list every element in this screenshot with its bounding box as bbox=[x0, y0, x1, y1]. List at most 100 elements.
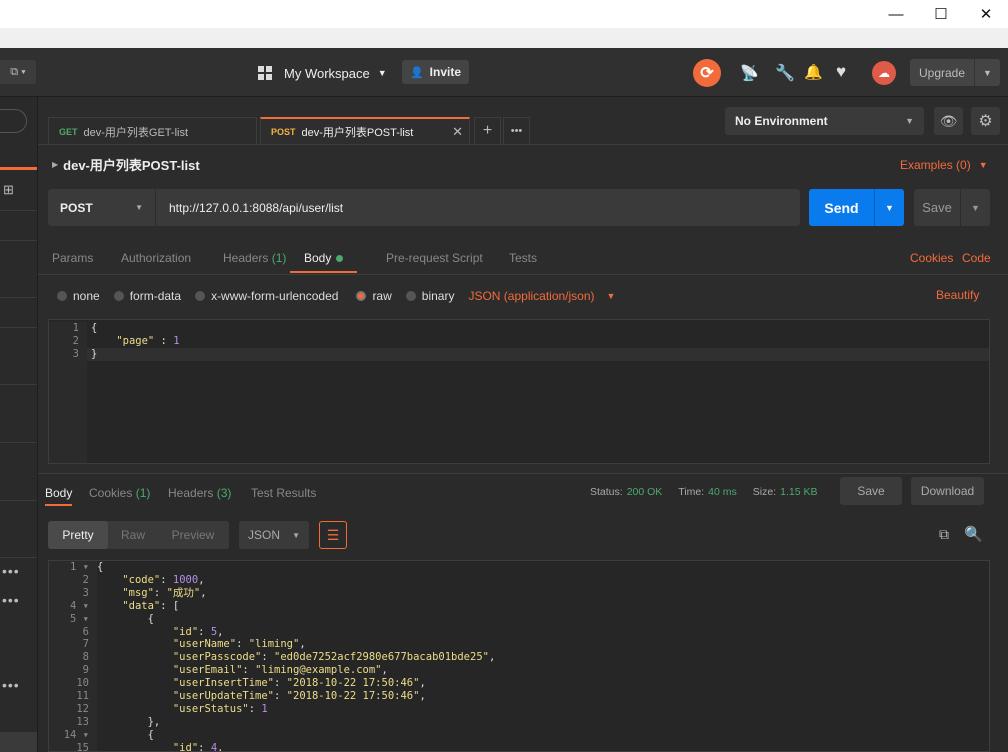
new-button[interactable]: ⧉ ▾ bbox=[0, 60, 36, 84]
sidebar-item-selected[interactable] bbox=[0, 732, 37, 752]
json-punct: : bbox=[242, 664, 256, 677]
code-line: "data": [ bbox=[97, 600, 495, 613]
environment-quick-look-button[interactable]: 👁 bbox=[934, 107, 963, 135]
tab-params[interactable]: Params bbox=[52, 251, 93, 273]
copy-icon[interactable]: ⧉ bbox=[939, 526, 949, 543]
radio-raw[interactable]: raw bbox=[356, 289, 392, 303]
json-punct bbox=[97, 600, 122, 612]
examples-dropdown[interactable]: Examples (0) ▼ bbox=[900, 157, 988, 173]
download-button[interactable]: Download bbox=[911, 477, 984, 505]
radio-binary[interactable]: binary bbox=[405, 289, 454, 303]
method-select[interactable]: POST ▼ bbox=[48, 189, 155, 226]
response-tab-headers[interactable]: Headers (3) bbox=[168, 486, 231, 500]
plus-icon: + bbox=[482, 122, 493, 139]
avatar[interactable]: ☁ bbox=[872, 61, 896, 85]
json-punct: : bbox=[248, 702, 262, 715]
response-tab-cookies[interactable]: Cookies (1) bbox=[89, 486, 150, 500]
view-pretty-button[interactable]: Pretty bbox=[48, 521, 108, 549]
tab-headers-label: Headers bbox=[168, 486, 214, 500]
wrench-icon[interactable]: 🔧 bbox=[775, 63, 795, 83]
code-line: "userInsertTime": "2018-10-22 17:50:46", bbox=[97, 677, 495, 690]
divider bbox=[38, 274, 1008, 275]
view-raw-button[interactable]: Raw bbox=[108, 528, 158, 542]
tab-options-button[interactable]: ••• bbox=[503, 117, 530, 145]
invite-button[interactable]: 👤 Invite bbox=[402, 60, 469, 84]
wrap-icon: ☰ bbox=[326, 526, 340, 543]
tab-body[interactable]: Body bbox=[290, 251, 358, 273]
upgrade-button[interactable]: Upgrade ▼ bbox=[910, 59, 1000, 86]
code-line: "userStatus": 1 bbox=[97, 703, 495, 716]
send-button[interactable]: Send ▼ bbox=[809, 189, 904, 226]
minimize-button[interactable]: — bbox=[873, 0, 919, 28]
request-body-editor[interactable]: 1 2 3 { "page" : 1 } bbox=[48, 319, 990, 464]
url-text: http://127.0.0.1:8088/api/user/list bbox=[169, 200, 344, 215]
close-window-button[interactable]: ✕ bbox=[963, 0, 1008, 28]
code-line: "userUpdateTime": "2018-10-22 17:50:46", bbox=[97, 690, 495, 703]
time-value[interactable]: 40 ms bbox=[708, 486, 737, 498]
line-number: 3 bbox=[72, 347, 79, 360]
json-punct: : bbox=[236, 638, 249, 651]
status-value[interactable]: 200 OK bbox=[627, 486, 663, 498]
chevron-down-icon: ▼ bbox=[905, 116, 914, 126]
new-tab-button[interactable]: + bbox=[474, 117, 501, 145]
radio-form-data[interactable]: form-data bbox=[113, 289, 181, 303]
view-preview-button[interactable]: Preview bbox=[158, 528, 228, 542]
sidebar-search-input[interactable] bbox=[0, 109, 27, 133]
json-string: "2018-10-22 17:50:46" bbox=[286, 677, 420, 690]
response-tab-body[interactable]: Body bbox=[45, 486, 73, 506]
content-type-select[interactable]: JSON (application/json) ▼ bbox=[468, 289, 615, 303]
save-label: Save bbox=[922, 200, 952, 215]
save-request-button[interactable]: Save ▼ bbox=[914, 189, 990, 226]
more-icon[interactable]: ••• bbox=[2, 592, 20, 608]
json-value: 1 bbox=[173, 334, 180, 347]
sidebar-active-indicator bbox=[0, 167, 37, 170]
line-number: 3 bbox=[82, 586, 89, 599]
line-number: 6 bbox=[82, 625, 89, 638]
sync-button[interactable]: ⟳ bbox=[693, 59, 721, 87]
chevron-down-icon: ▼ bbox=[292, 530, 300, 540]
radio-urlencoded[interactable]: x-www-form-urlencoded bbox=[195, 289, 338, 303]
response-panel: Body Cookies (1) Headers (3) Test Result… bbox=[38, 474, 1008, 752]
more-icon[interactable]: ••• bbox=[2, 563, 20, 579]
more-icon[interactable]: ••• bbox=[2, 677, 20, 693]
new-collection-icon[interactable]: ⊞ bbox=[3, 182, 14, 198]
tab-authorization[interactable]: Authorization bbox=[121, 251, 191, 273]
search-icon[interactable]: 🔍 bbox=[964, 525, 983, 543]
heart-icon[interactable]: ♥ bbox=[836, 62, 846, 82]
close-tab-icon[interactable]: ✕ bbox=[452, 124, 463, 140]
environment-select[interactable]: No Environment ▼ bbox=[725, 107, 924, 135]
bell-icon[interactable]: 🔔 bbox=[804, 63, 823, 81]
response-tab-test-results[interactable]: Test Results bbox=[251, 486, 316, 500]
workspace-switcher[interactable]: My Workspace ▼ bbox=[258, 63, 387, 83]
cookies-link[interactable]: Cookies bbox=[910, 251, 953, 273]
status-dot-icon bbox=[336, 255, 344, 262]
chevron-down-icon[interactable]: ▼ bbox=[961, 203, 990, 213]
tab-prerequest-script[interactable]: Pre-request Script bbox=[386, 251, 483, 273]
json-punct: { bbox=[97, 612, 154, 625]
satellite-icon[interactable]: 📡 bbox=[740, 64, 759, 82]
url-input[interactable]: http://127.0.0.1:8088/api/user/list bbox=[156, 189, 800, 226]
maximize-button[interactable]: ☐ bbox=[918, 0, 964, 28]
size-value[interactable]: 1.15 KB bbox=[780, 486, 817, 498]
request-name[interactable]: ▶ dev-用户列表POST-list bbox=[52, 155, 200, 173]
beautify-link[interactable]: Beautify bbox=[936, 288, 979, 302]
tab-post-list[interactable]: POST dev-用户列表POST-list ✕ bbox=[260, 117, 470, 145]
chevron-down-icon[interactable]: ▼ bbox=[875, 203, 904, 213]
tab-get-list[interactable]: GET dev-用户列表GET-list bbox=[48, 117, 257, 145]
code-line: { bbox=[97, 561, 495, 574]
format-select[interactable]: JSON ▼ bbox=[239, 521, 309, 549]
manage-environments-button[interactable]: ⚙ bbox=[971, 107, 1000, 135]
tab-headers[interactable]: Headers (1) bbox=[223, 251, 286, 273]
code-link[interactable]: Code bbox=[962, 251, 991, 273]
radio-none[interactable]: none bbox=[57, 289, 100, 303]
headers-count: (3) bbox=[216, 486, 232, 500]
code-line: "page" : 1 bbox=[91, 334, 180, 348]
save-response-button[interactable]: Save bbox=[840, 477, 902, 505]
code-line: "msg": "成功", bbox=[97, 587, 495, 600]
json-string: "liming" bbox=[248, 638, 300, 651]
wrap-lines-button[interactable]: ☰ bbox=[319, 521, 347, 549]
tab-tests[interactable]: Tests bbox=[509, 251, 537, 273]
response-body-viewer[interactable]: 1 ▾ 2 3 4 ▾ 5 ▾ 6 7 8 9 10 11 12 13 14 ▾ 15 … bbox=[48, 560, 990, 752]
chevron-down-icon: ▼ bbox=[377, 68, 387, 78]
json-string: "成功" bbox=[166, 586, 201, 599]
